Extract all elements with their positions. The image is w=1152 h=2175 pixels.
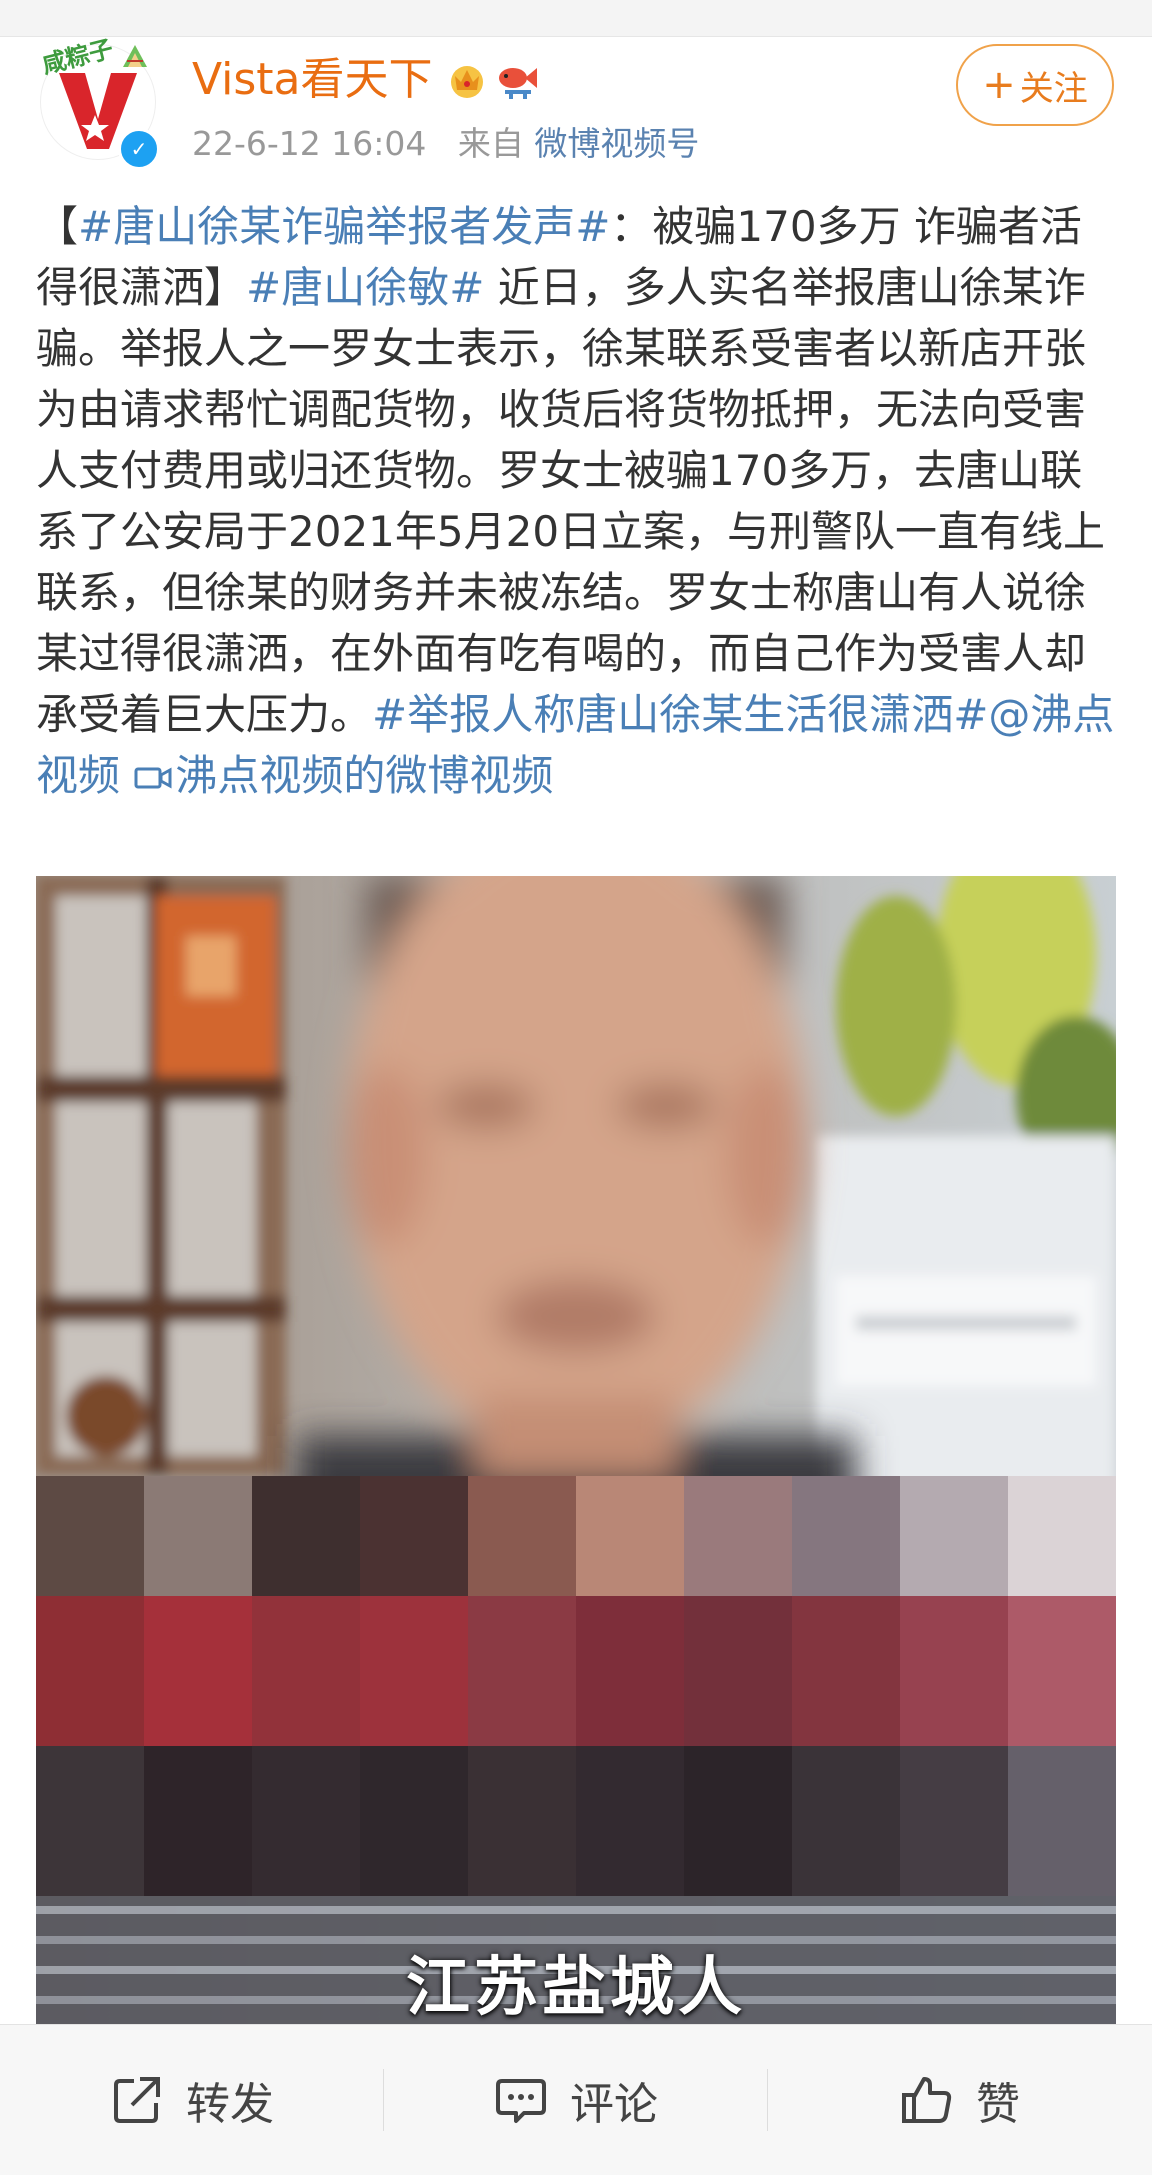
plus-icon: +: [982, 62, 1016, 108]
username[interactable]: Vista看天下: [192, 52, 433, 108]
video-link[interactable]: 沸点视频的微博视频: [133, 751, 553, 800]
post-text-space: [120, 751, 133, 800]
username-row: Vista看天下: [192, 52, 539, 108]
video-frame-graphic: [36, 876, 1116, 2024]
video-caption: 江苏盐城人: [406, 1951, 746, 2024]
post-text-bracket: 【: [36, 202, 79, 251]
repost-label: 转发: [186, 2079, 274, 2130]
source-prefix: 来自: [457, 124, 524, 163]
comment-icon: [496, 2079, 546, 2123]
repost-button[interactable]: 转发: [0, 2025, 384, 2175]
post-timestamp: 22-6-12 16:04: [192, 124, 427, 163]
hashtag-link[interactable]: #唐山徐某诈骗举报者发声#: [78, 202, 610, 251]
post-text: 近日，多人实名举报唐山徐某诈骗。举报人之一罗女士表示，徐某联系受害者以新店开张为…: [36, 263, 1106, 739]
share-icon: [114, 2077, 160, 2123]
crown-badge-icon: [450, 66, 483, 98]
comment-label: 评论: [570, 2079, 658, 2130]
post-source-link[interactable]: 微博视频号: [534, 124, 699, 163]
comment-button[interactable]: 评论: [384, 2025, 768, 2175]
video-link-icon: [134, 767, 172, 789]
like-button[interactable]: 赞: [768, 2025, 1152, 2175]
fish-badge-icon: [498, 68, 537, 99]
top-strip: [0, 0, 1152, 37]
video-thumbnail[interactable]: 江苏盐城人: [36, 876, 1116, 2024]
follow-button[interactable]: + 关注: [956, 44, 1114, 126]
hashtag-link[interactable]: #举报人称唐山徐某生活很潇洒#: [372, 690, 988, 739]
mosaic-pixelation: [36, 1476, 1116, 1896]
follow-label: 关注: [1019, 68, 1088, 109]
verified-badge-icon: ✓: [118, 128, 160, 170]
thumbs-up-icon: [902, 2077, 952, 2123]
action-bar: 转发 评论 赞: [0, 2024, 1152, 2175]
video-link-label: 沸点视频的微博视频: [175, 751, 554, 800]
like-label: 赞: [976, 2079, 1020, 2130]
hashtag-link[interactable]: #唐山徐敏#: [246, 263, 484, 312]
post-body: 【#唐山徐某诈骗举报者发声#：被骗170多万 诈骗者活得很潇洒】#唐山徐敏# 近…: [36, 196, 1118, 806]
user-badges: [447, 60, 539, 100]
post-meta: 22-6-12 16:04 来自 微博视频号: [192, 120, 699, 168]
